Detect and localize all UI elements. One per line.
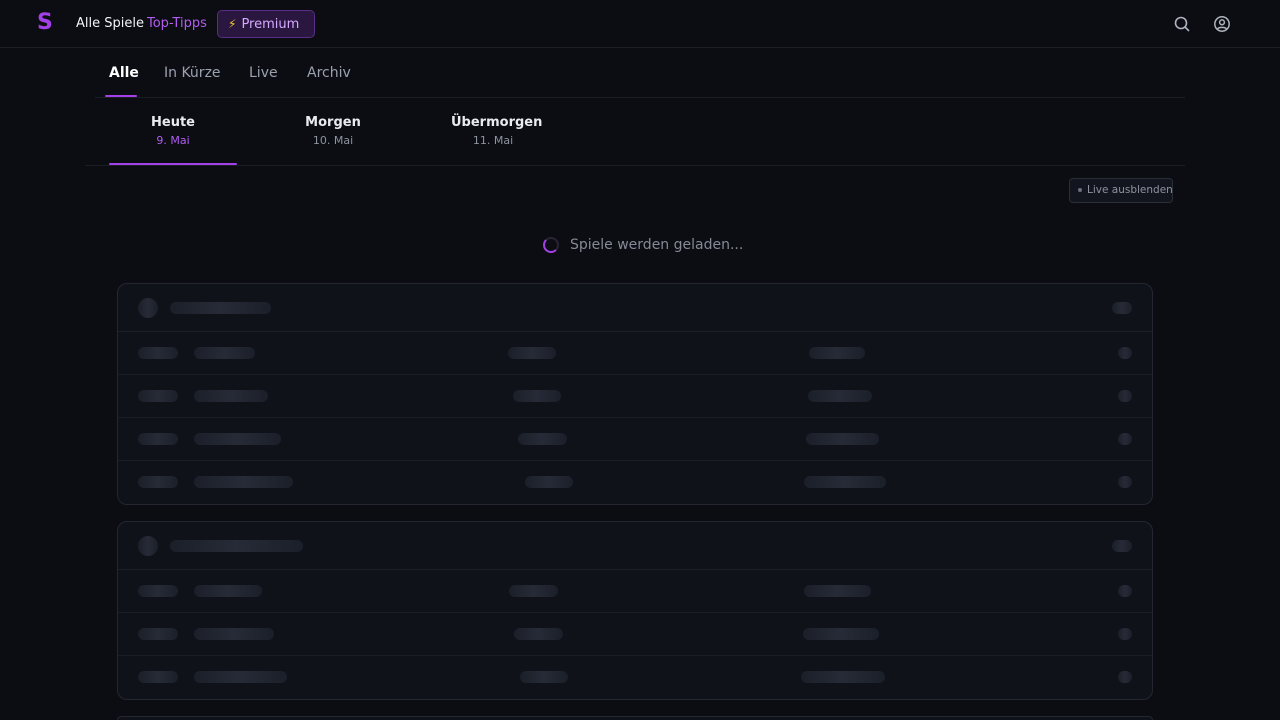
- skeleton-card-header: [118, 284, 1152, 332]
- hide-live-label: Live ausblenden: [1087, 184, 1173, 196]
- skeleton-home-team: [525, 476, 573, 488]
- skeleton-match-row: [118, 332, 1152, 375]
- skeleton-time: [138, 671, 178, 683]
- main-tabs: Alle In Kürze Live Archiv: [95, 49, 1185, 98]
- skeleton-league-card: [117, 521, 1153, 700]
- skeleton-league-card: [117, 283, 1153, 505]
- skeleton-competition: [194, 347, 255, 359]
- user-button[interactable]: [1212, 14, 1232, 34]
- skeleton-competition: [194, 628, 274, 640]
- day-tab-today[interactable]: Heute 9. Mai: [147, 114, 199, 148]
- lightning-icon: ⚡: [228, 17, 237, 31]
- nav-all-games[interactable]: Alle Spiele: [76, 15, 144, 33]
- loading-text: Spiele werden geladen...: [570, 237, 744, 253]
- skeleton-away-team: [804, 476, 886, 488]
- day-tab-day-after-tomorrow[interactable]: Übermorgen 11. Mai: [451, 114, 543, 148]
- skeleton-away-team: [803, 628, 879, 640]
- skeleton-match-row: [118, 375, 1152, 418]
- premium-button[interactable]: ⚡ Premium: [217, 10, 315, 38]
- day-date: 10. Mai: [312, 134, 354, 147]
- skeleton-league-icon: [138, 298, 158, 318]
- skeleton-match-row: [118, 570, 1152, 613]
- skeleton-competition: [194, 476, 293, 488]
- day-tabs: Heute 9. Mai Morgen 10. Mai Übermorgen 1…: [85, 98, 1185, 166]
- skeleton-match-row: [118, 418, 1152, 461]
- skeleton-action: [1118, 671, 1132, 683]
- day-tab-tomorrow[interactable]: Morgen 10. Mai: [303, 114, 363, 148]
- tab-live[interactable]: Live: [249, 64, 278, 82]
- skeleton-match-row: [118, 613, 1152, 656]
- skeleton-time: [138, 476, 178, 488]
- search-button[interactable]: [1172, 14, 1192, 34]
- skeleton-match-row: [118, 461, 1152, 504]
- skeleton-action: [1118, 476, 1132, 488]
- day-date: 9. Mai: [156, 134, 190, 147]
- day-name: Morgen: [305, 115, 361, 130]
- skeleton-away-team: [808, 390, 872, 402]
- tab-upcoming[interactable]: In Kürze: [164, 64, 221, 82]
- skeleton-home-team: [513, 390, 561, 402]
- skeleton-time: [138, 585, 178, 597]
- skeleton-action: [1118, 433, 1132, 445]
- skeleton-away-team: [804, 585, 871, 597]
- skeleton-league-card: [117, 716, 1153, 720]
- logo[interactable]: S: [37, 11, 55, 35]
- top-navbar: S Alle Spiele Top-Tipps ⚡ Premium: [0, 0, 1280, 48]
- skeleton-home-team: [509, 585, 558, 597]
- skeleton-action: [1118, 347, 1132, 359]
- skeleton-action: [1118, 390, 1132, 402]
- hide-live-button[interactable]: Live ausblenden: [1069, 178, 1173, 203]
- skeleton-away-team: [806, 433, 879, 445]
- skeleton-action: [1118, 628, 1132, 640]
- day-name: Übermorgen: [451, 115, 543, 130]
- user-icon: [1214, 16, 1230, 32]
- day-date: 11. Mai: [472, 134, 514, 147]
- skeleton-time: [138, 390, 178, 402]
- loading-indicator: Spiele werden geladen...: [543, 235, 743, 255]
- skeleton-competition: [194, 671, 287, 683]
- skeleton-home-team: [520, 671, 568, 683]
- skeleton-away-team: [809, 347, 865, 359]
- skeleton-action: [1118, 585, 1132, 597]
- skeleton-home-team: [508, 347, 556, 359]
- skeleton-time: [138, 433, 178, 445]
- spinner-icon: [543, 237, 559, 253]
- day-name: Heute: [151, 115, 195, 130]
- skeleton-card-header: [118, 522, 1152, 570]
- skeleton-home-team: [514, 628, 563, 640]
- active-tab-indicator: [105, 95, 137, 97]
- skeleton-competition: [194, 433, 281, 445]
- skeleton-time: [138, 347, 178, 359]
- search-icon: [1174, 16, 1190, 32]
- skeleton-competition: [194, 390, 268, 402]
- skeleton-home-team: [518, 433, 567, 445]
- skeleton-count: [1112, 540, 1132, 552]
- skeleton-count: [1112, 302, 1132, 314]
- skeleton-league-title: [170, 540, 303, 552]
- skeleton-match-row: [118, 656, 1152, 699]
- active-day-indicator: [109, 163, 237, 165]
- nav-top-tips[interactable]: Top-Tipps: [147, 15, 207, 33]
- skeleton-time: [138, 628, 178, 640]
- skeleton-away-team: [801, 671, 885, 683]
- skeleton-league-icon: [138, 536, 158, 556]
- premium-label: Premium: [241, 17, 300, 32]
- live-dot-icon: [1078, 188, 1082, 192]
- skeleton-competition: [194, 585, 262, 597]
- tab-all[interactable]: Alle: [109, 64, 139, 82]
- skeleton-league-title: [170, 302, 271, 314]
- tab-archive[interactable]: Archiv: [307, 64, 351, 82]
